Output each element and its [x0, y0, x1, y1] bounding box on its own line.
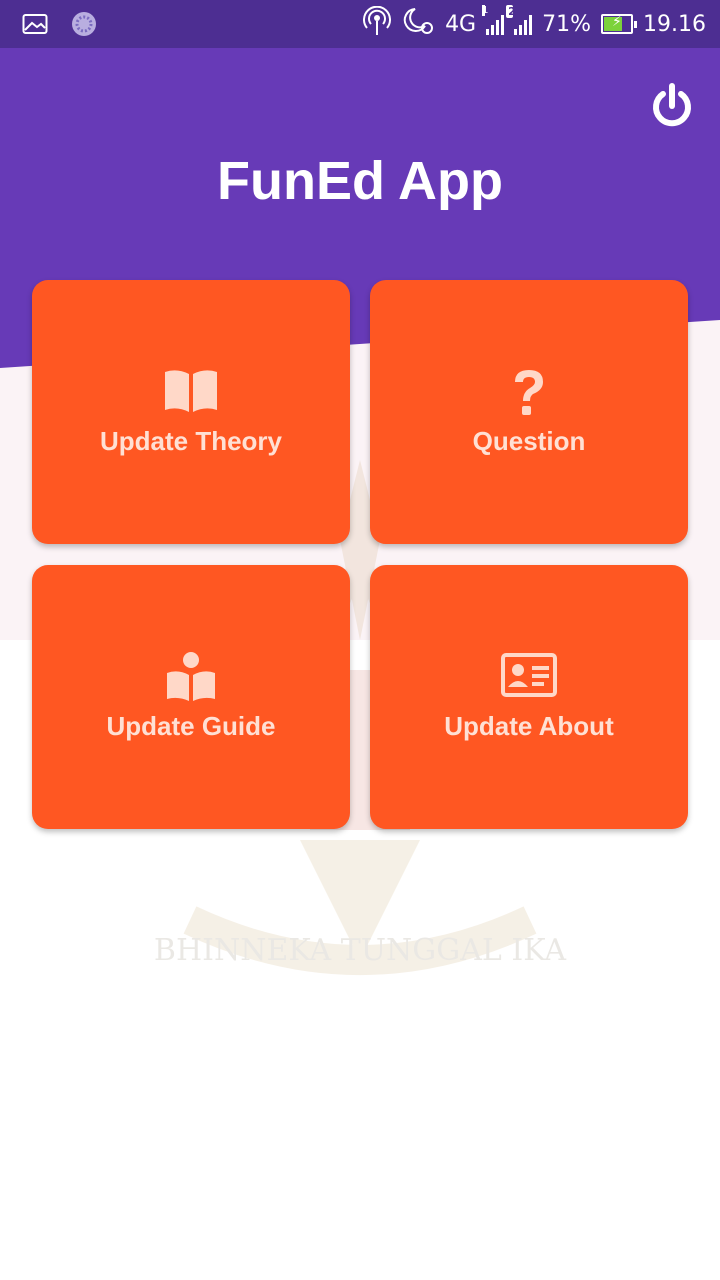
charging-icon: ⚡ — [612, 14, 622, 30]
id-card-icon — [370, 653, 688, 701]
network-type: 4G — [445, 11, 477, 37]
signal-sim2-icon: 2 — [506, 5, 533, 35]
update-theory-label: Update Theory — [99, 426, 283, 456]
question-label: Question — [472, 426, 586, 456]
reader-icon — [32, 651, 350, 703]
question-card[interactable]: Question — [370, 280, 688, 544]
update-about-label: Update About — [444, 711, 614, 741]
sim2-tag: 2 — [506, 5, 516, 18]
battery-icon: ⚡ — [601, 14, 638, 34]
signal-sim1-icon: 1 — [482, 5, 505, 35]
power-icon — [653, 83, 691, 127]
clock: 19.16 — [643, 11, 706, 37]
emblem-motto: BHINNEKA TUNGGAL IKA — [154, 933, 566, 968]
update-about-card[interactable]: Update About — [370, 565, 688, 829]
book-open-icon — [32, 368, 350, 416]
sim1-tag: 1 — [482, 5, 489, 16]
do-not-disturb-alarm-icon — [401, 6, 435, 42]
status-bar: 4G 1 2 71% ⚡ 19.16 — [0, 0, 720, 48]
update-guide-label: Update Guide — [106, 711, 276, 741]
power-button[interactable] — [648, 82, 696, 130]
sync-icon — [70, 10, 98, 42]
update-guide-card[interactable]: Update Guide — [32, 565, 350, 829]
gallery-icon — [22, 13, 48, 39]
hotspot-icon — [363, 5, 392, 42]
question-icon — [370, 368, 688, 416]
app-title: FunEd App — [217, 151, 503, 211]
update-theory-card[interactable]: Update Theory — [32, 280, 350, 544]
battery-percent: 71% — [542, 11, 592, 37]
